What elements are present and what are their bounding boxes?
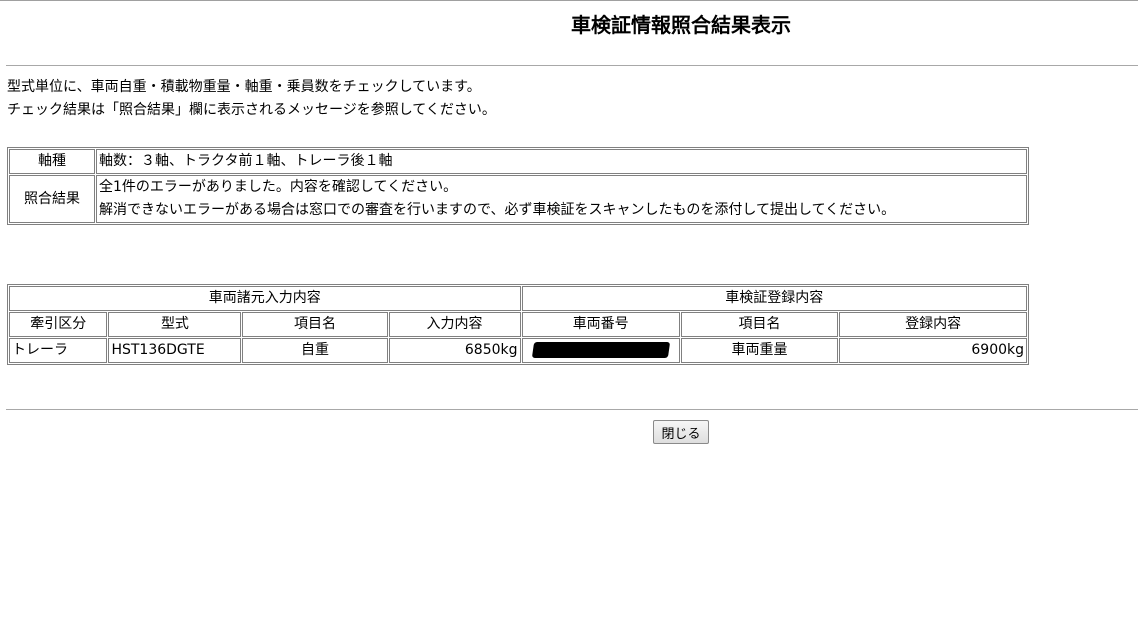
- divider-bottom: [6, 409, 1138, 410]
- group-header-row: 車両諸元入力内容 車検証登録内容: [9, 286, 1027, 311]
- axle-row: 軸種 軸数：３軸、トラクタ前１軸、トレーラ後１軸: [9, 149, 1027, 174]
- cell-input-value: 6850kg: [388, 338, 521, 363]
- header-vehicle-number: 車両番号: [521, 312, 680, 337]
- group-header-input: 車両諸元入力内容: [9, 286, 521, 311]
- axle-value: 軸数：３軸、トラクタ前１軸、トレーラ後１軸: [96, 149, 1027, 174]
- top-border: [0, 0, 1138, 1]
- result-row: 照合結果 全1件のエラーがありました。内容を確認してください。 解消できないエラ…: [9, 175, 1027, 223]
- header-input-value: 入力内容: [388, 312, 521, 337]
- result-message: 全1件のエラーがありました。内容を確認してください。 解消できないエラーがある場…: [96, 175, 1027, 223]
- column-header-row: 牽引区分 型式 項目名 入力内容 車両番号 項目名 登録内容: [9, 312, 1027, 337]
- cell-towing-type: トレーラ: [9, 338, 108, 363]
- cell-reg-item: 車両重量: [680, 338, 839, 363]
- result-line-2: 解消できないエラーがある場合は窓口での審査を行いますので、必ず車検証をスキャンし…: [99, 202, 896, 218]
- result-table: 軸種 軸数：３軸、トラクタ前１軸、トレーラ後１軸 照合結果 全1件のエラーがあり…: [7, 147, 1029, 225]
- cell-input-item: 自重: [242, 338, 388, 363]
- divider-top: [6, 65, 1138, 66]
- header-reg-value: 登録内容: [839, 312, 1027, 337]
- intro-line-2: チェック結果は「照合結果」欄に表示されるメッセージを参照してください。: [7, 102, 496, 118]
- cell-model: HST136DGTE: [108, 338, 242, 363]
- result-line-1: 全1件のエラーがありました。内容を確認してください。: [99, 179, 458, 195]
- page: 車検証情報照合結果表示 型式単位に、車両自重・積載物重量・軸重・乗員数をチェック…: [0, 0, 1138, 623]
- close-button[interactable]: 閉じる: [653, 420, 709, 444]
- intro-line-1: 型式単位に、車両自重・積載物重量・軸重・乗員数をチェックしています。: [7, 79, 481, 95]
- header-input-item: 項目名: [242, 312, 388, 337]
- group-header-registration: 車検証登録内容: [521, 286, 1027, 311]
- redaction-mark: [531, 342, 670, 358]
- intro-text: 型式単位に、車両自重・積載物重量・軸重・乗員数をチェックしています。 チェック結…: [7, 76, 496, 122]
- table-row: トレーラ HST136DGTE 自重 6850kg 車両重量 6900kg: [9, 338, 1027, 363]
- header-towing-type: 牽引区分: [9, 312, 108, 337]
- cell-reg-value: 6900kg: [839, 338, 1027, 363]
- cell-vehicle-number: [521, 338, 680, 363]
- result-label: 照合結果: [9, 175, 95, 223]
- header-model: 型式: [108, 312, 242, 337]
- vehicle-table: 車両諸元入力内容 車検証登録内容 牽引区分 型式 項目名 入力内容 車両番号 項…: [7, 284, 1029, 365]
- header-reg-item: 項目名: [680, 312, 839, 337]
- axle-label: 軸種: [9, 149, 95, 174]
- page-title: 車検証情報照合結果表示: [571, 13, 791, 37]
